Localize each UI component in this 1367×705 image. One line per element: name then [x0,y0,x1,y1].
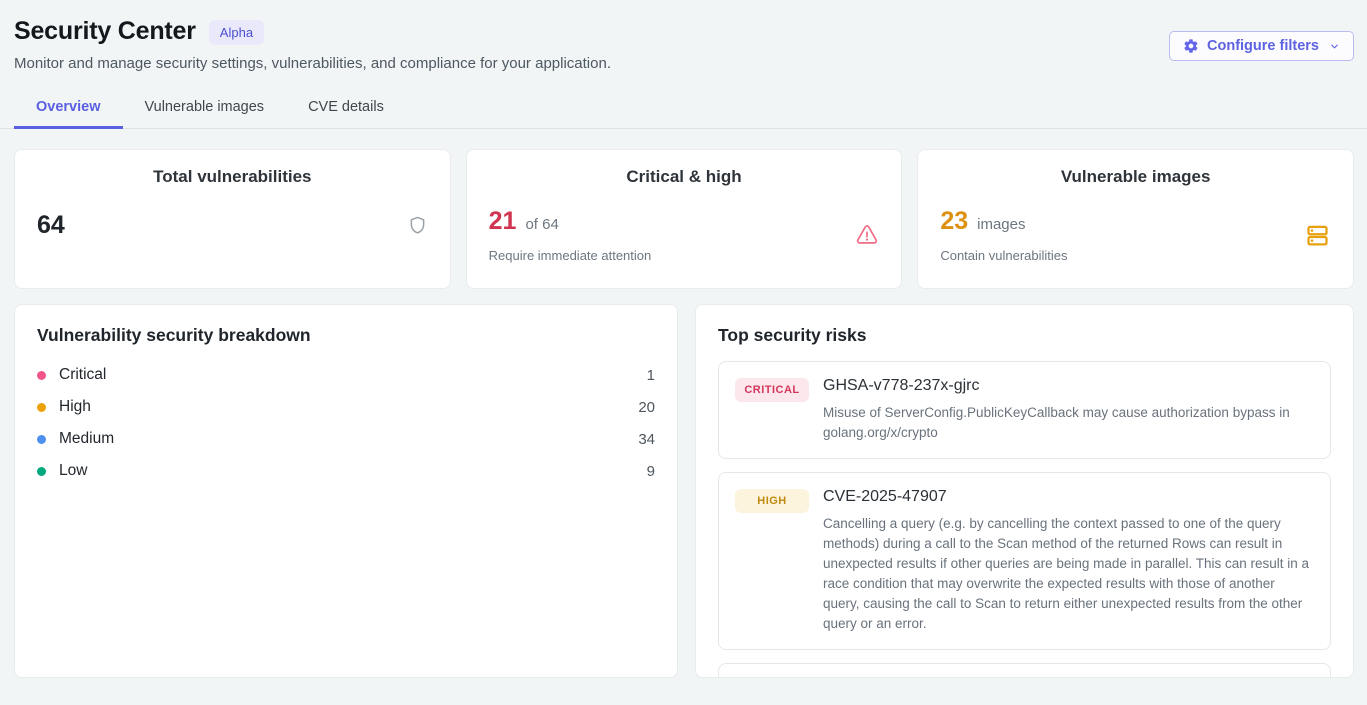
breakdown-title: Vulnerability security breakdown [37,325,655,346]
risk-card-ghsa-v778-237x-gjrc[interactable]: CRITICAL GHSA-v778-237x-gjrc Misuse of S… [718,361,1331,459]
severity-badge: CRITICAL [735,378,809,402]
breakdown-value: 20 [638,399,655,416]
page-subtitle: Monitor and manage security settings, vu… [14,55,1353,72]
breakdown-label: Medium [59,430,114,448]
card-title: Vulnerable images [940,167,1331,187]
critical-high-card: Critical & high 21 of 64 Require immedia… [466,149,903,289]
tab-bar: Overview Vulnerable images CVE details [0,89,1367,129]
configure-filters-label: Configure filters [1207,38,1319,54]
chevron-down-icon [1329,41,1340,52]
page-header: Security Center Alpha Configure filters … [0,0,1367,72]
warning-triangle-icon [855,223,879,247]
stacked-images-icon [1304,222,1331,249]
configure-filters-button[interactable]: Configure filters [1169,31,1354,61]
risk-description: Cancelling a query (e.g. by cancelling t… [823,514,1314,634]
breakdown-label: High [59,398,91,416]
risk-list: CRITICAL GHSA-v778-237x-gjrc Misuse of S… [718,361,1331,678]
breakdown-value: 9 [647,463,655,480]
vulnerable-images-subtitle: Contain vulnerabilities [940,248,1067,263]
card-title: Critical & high [489,167,880,187]
low-dot [37,467,46,476]
breakdown-value: 1 [647,367,655,384]
gear-icon [1183,38,1199,54]
vulnerable-images-suffix: images [977,216,1025,233]
risk-card-cve-2025-47907[interactable]: HIGH CVE-2025-47907 Cancelling a query (… [718,472,1331,650]
page-title: Security Center [14,17,196,46]
panels-row: Vulnerability security breakdown Critica… [14,304,1354,678]
tab-vulnerable-images[interactable]: Vulnerable images [123,89,287,129]
risk-id: GHSA-v778-237x-gjrc [823,377,1314,395]
breakdown-row-medium: Medium 34 [37,423,655,455]
vulnerability-breakdown-panel: Vulnerability security breakdown Critica… [14,304,678,678]
critical-dot [37,371,46,380]
total-vulnerabilities-value: 64 [37,211,65,240]
vulnerable-images-card: Vulnerable images 23 images Contain vuln… [917,149,1354,289]
critical-high-value: 21 [489,207,517,236]
breakdown-row-low: Low 9 [37,455,655,487]
alpha-badge: Alpha [209,20,264,45]
risk-id: CVE-2025-47907 [823,488,1314,506]
breakdown-label: Critical [59,366,106,384]
summary-cards-row: Total vulnerabilities 64 Critical & high [14,149,1354,289]
tab-cve-details[interactable]: CVE details [286,89,406,129]
total-vulnerabilities-card: Total vulnerabilities 64 [14,149,451,289]
breakdown-row-critical: Critical 1 [37,359,655,391]
medium-dot [37,435,46,444]
breakdown-list: Critical 1 High 20 Medium 34 [37,359,655,487]
risk-card-cve-2025-9086[interactable]: HIGH CVE-2025-9086 [718,663,1331,678]
breakdown-value: 34 [638,431,655,448]
top-security-risks-panel: Top security risks CRITICAL GHSA-v778-23… [695,304,1354,678]
vulnerable-images-value: 23 [940,207,968,236]
risk-description: Misuse of ServerConfig.PublicKeyCallback… [823,403,1314,443]
overview-content: Total vulnerabilities 64 Critical & high [0,129,1367,678]
card-title: Total vulnerabilities [37,167,428,187]
breakdown-row-high: High 20 [37,391,655,423]
high-dot [37,403,46,412]
top-risks-title: Top security risks [718,325,1331,346]
security-center-page: Security Center Alpha Configure filters … [0,0,1367,678]
shield-icon [407,214,428,237]
severity-badge: HIGH [735,489,809,513]
tab-overview[interactable]: Overview [14,89,123,129]
breakdown-label: Low [59,462,87,480]
critical-high-suffix: of 64 [525,216,558,233]
critical-high-subtitle: Require immediate attention [489,248,652,263]
